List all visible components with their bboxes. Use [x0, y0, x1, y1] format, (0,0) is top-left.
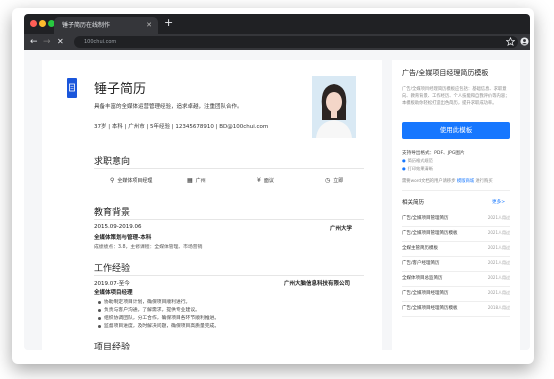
profile-avatar-icon[interactable]	[520, 37, 529, 46]
work-date: 2019.07-至今	[94, 281, 130, 287]
work-bullet: 负责与客户沟通，了解需求，提供专业建议。	[104, 308, 200, 313]
browser-window: 锤子简历在线制作 ✕ + ← → ✕ 100chui.com 锤子简历 具备丰富…	[24, 14, 530, 350]
tab-title: 锤子简历在线制作	[62, 22, 111, 29]
related-item[interactable]: 全媒主管简历模板 2021人用过	[402, 242, 510, 257]
work-role: 全媒体项目经理	[94, 290, 133, 296]
resume-summary: 具备丰富的全媒体运营管理经验，追求卓越，注重团队合作。	[94, 104, 243, 110]
more-link[interactable]: 更多>	[492, 199, 505, 205]
intent-item-position: ⚲ 全媒体项目经理	[110, 177, 153, 184]
browser-toolbar: ← → ✕ 100chui.com	[24, 34, 530, 50]
use-template-button[interactable]: 使用此模板	[402, 122, 510, 139]
minimize-window-button[interactable]	[39, 20, 46, 27]
resume-logo-icon	[67, 78, 77, 98]
section-title-education: 教育背景	[94, 208, 131, 218]
resume-contact-info: 37岁 | 本科 | 广州市 | 5年经验 | 12345678910 | BD…	[94, 124, 269, 130]
resume-photo	[312, 76, 356, 138]
sidebar-title: 广告/全媒项目经理简历模板	[402, 69, 489, 77]
intent-item-city: ▦ 广州	[187, 177, 206, 184]
divider	[94, 275, 364, 276]
divider	[402, 190, 510, 191]
resume-preview: 锤子简历 具备丰富的全媒体运营管理经验，追求卓越，注重团队合作。 37岁 | 本…	[42, 60, 382, 350]
divider	[94, 168, 364, 169]
template-mall-link[interactable]: 模版商城	[457, 179, 474, 184]
address-bar[interactable]: 100chui.com	[74, 36, 518, 48]
page-content: 锤子简历 具备丰富的全媒体运营管理经验，追求卓越，注重团队合作。 37岁 | 本…	[24, 50, 530, 350]
sidebar-description: 广告/全媒项目经理简历模板应包括：基础信息、求职意向、教育背景、工作经历、个人技…	[402, 87, 510, 106]
stop-icon[interactable]: ✕	[57, 34, 64, 50]
building-icon: ▦	[187, 177, 193, 184]
related-title: 相关简历	[402, 200, 425, 206]
bookmark-star-icon[interactable]	[506, 37, 515, 46]
tab-close-icon[interactable]: ✕	[146, 17, 152, 34]
section-title-project: 项目经验	[94, 343, 131, 350]
forward-icon[interactable]: →	[43, 34, 51, 50]
back-icon[interactable]: ←	[30, 34, 38, 50]
intent-item-salary: ¥ 面议	[257, 177, 274, 184]
work-bullet: 监督项目进度，及时解决问题，确保项目高质量完成。	[104, 324, 220, 329]
clock-icon: ◷	[325, 177, 331, 184]
feature-print: ● 打印效果清晰	[402, 166, 433, 171]
section-title-intent: 求职意向	[94, 157, 131, 167]
feature-format: ● 简历格式规范	[402, 158, 433, 163]
education-date: 2015.09-2019.06	[94, 224, 142, 230]
tab-active[interactable]: 锤子简历在线制作 ✕	[54, 17, 158, 34]
bullet-dot	[98, 301, 101, 304]
work-company: 广州大脑信息科技有限公司	[284, 281, 351, 287]
related-item[interactable]: 广告/全媒项目经理简历 2021人用过	[402, 287, 510, 302]
work-bullet: 协助制定项目计划，确保项目顺利进行。	[104, 300, 191, 305]
education-detail: 成绩绩点：3.8，主修课程：全媒体管理、市场营销	[94, 245, 203, 250]
bullet-dot	[98, 325, 101, 328]
section-title-work: 工作经验	[94, 264, 131, 274]
word-note: 需要word文档的用户请移步 模版商城 进行购买	[402, 179, 493, 184]
export-formats: 支持导出格式：PDF、JPG图片	[402, 151, 465, 156]
education-school: 广州大学	[330, 226, 353, 232]
briefcase-icon: ⚲	[110, 177, 115, 184]
new-tab-icon[interactable]: +	[164, 16, 173, 30]
related-item[interactable]: 广告/全媒项目管理简历模板 2021人用过	[402, 227, 510, 242]
check-icon: ●	[402, 158, 406, 163]
tab-bar: 锤子简历在线制作 ✕ +	[24, 14, 530, 34]
bullet-dot	[98, 317, 101, 320]
template-sidebar: 广告/全媒项目经理简历模板 广告/全媒项目经理简历模板应包括：基础信息、求职意向…	[392, 60, 520, 350]
divider	[94, 219, 364, 220]
yen-icon: ¥	[257, 177, 261, 184]
work-bullet: 组织协调团队，分工合作，确保项目各环节顺利推进。	[104, 316, 220, 321]
url-text: 100chui.com	[84, 39, 117, 45]
related-item[interactable]: 全媒体项目总监简历 2021人用过	[402, 272, 510, 287]
intent-item-availability: ◷ 立即	[325, 177, 344, 184]
education-major: 全媒体策划与管理-本科	[94, 235, 152, 241]
resume-name: 锤子简历	[94, 82, 147, 97]
check-icon: ●	[402, 166, 406, 171]
related-item[interactable]: 广告/客户经理简历 2021人用过	[402, 257, 510, 272]
related-item[interactable]: 广告/全媒项目管理简历 2021人用过	[402, 212, 510, 227]
related-item[interactable]: 广告/全媒项目经理简历模板 2018人用过	[402, 302, 510, 317]
close-window-button[interactable]	[30, 20, 37, 27]
bullet-dot	[98, 309, 101, 312]
